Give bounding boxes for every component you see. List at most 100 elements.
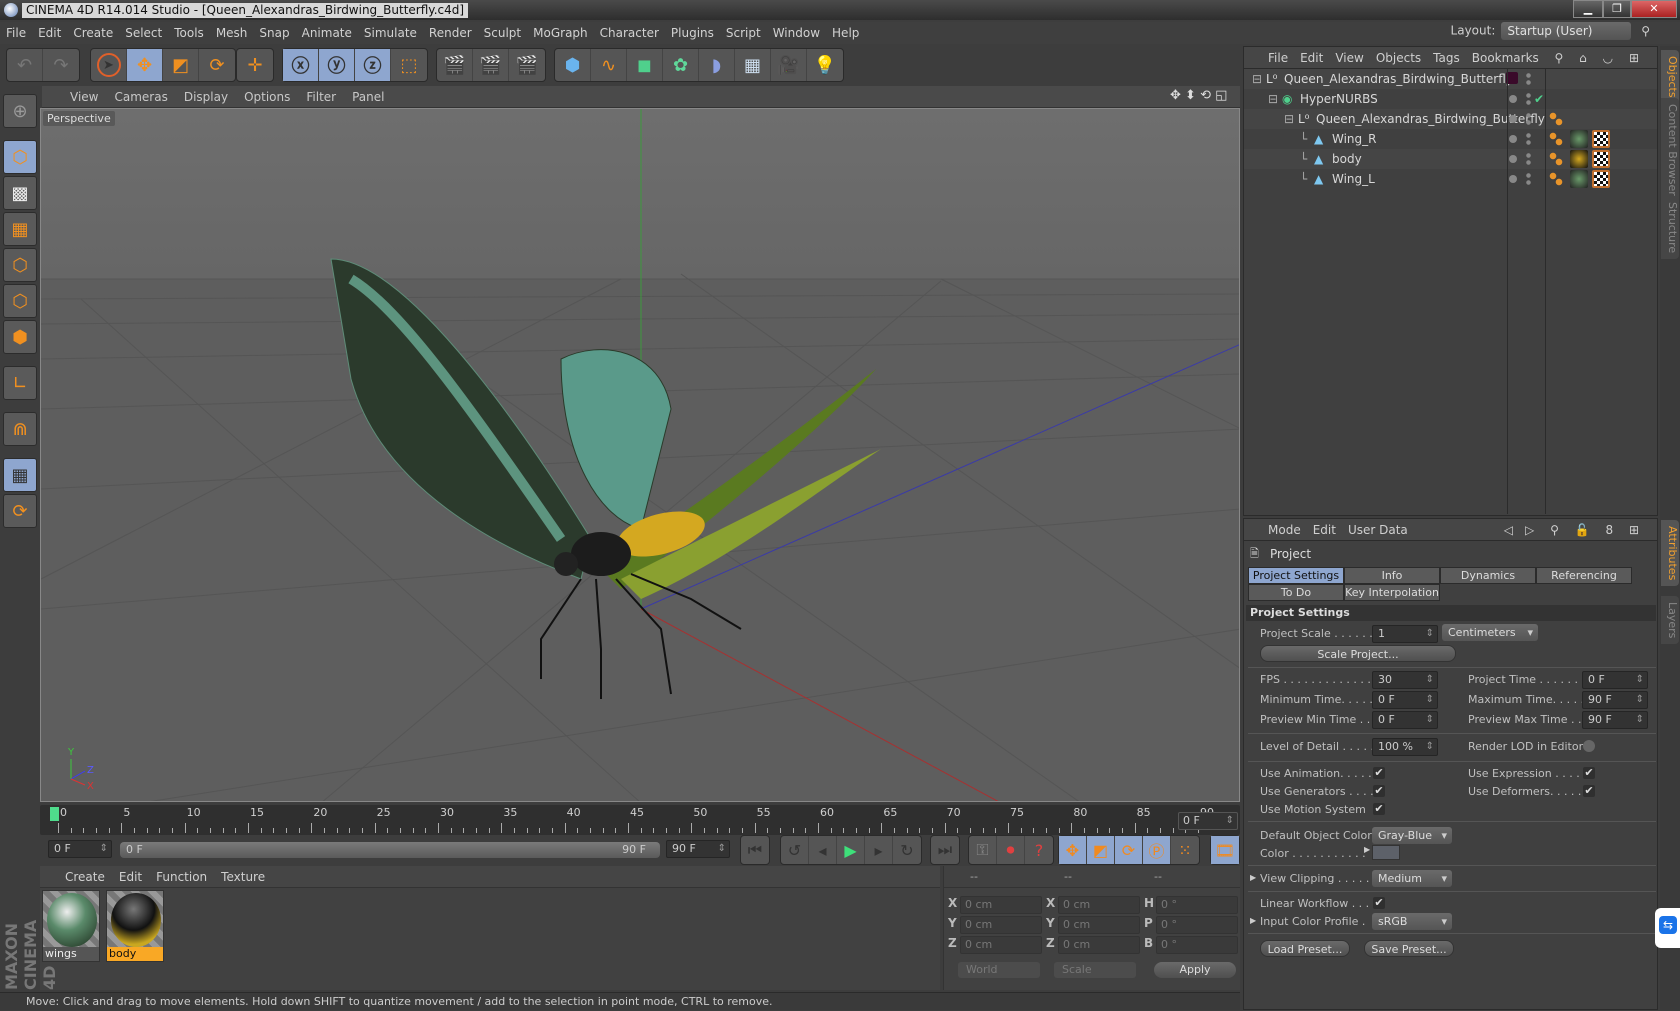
- min-time-field[interactable]: 0 F: [1372, 691, 1438, 709]
- locked-workplane-icon[interactable]: ▦: [3, 458, 37, 492]
- coordinate-system-icon[interactable]: ⬚: [391, 49, 427, 81]
- visibility-dot[interactable]: [1509, 155, 1517, 163]
- playhead[interactable]: [50, 807, 59, 821]
- end-frame-field[interactable]: 90 F: [666, 840, 730, 858]
- menu-select[interactable]: Select: [119, 22, 168, 44]
- object-row[interactable]: └ ▲ Wing_L: [1244, 169, 1657, 189]
- x-axis-icon[interactable]: ⓧ: [283, 49, 319, 81]
- timeline-window-icon[interactable]: 🎞: [1211, 836, 1239, 864]
- redo-icon[interactable]: ↷: [43, 49, 79, 81]
- object-row[interactable]: └ ▲ Wing_R: [1244, 129, 1657, 149]
- lod-field[interactable]: 100 %: [1372, 738, 1438, 756]
- rotation-b-field[interactable]: 0 °: [1156, 936, 1238, 954]
- restore-button[interactable]: ❐: [1603, 0, 1631, 18]
- orbit-icon[interactable]: ⟲: [1200, 88, 1211, 103]
- nurbs-icon[interactable]: ◼: [627, 49, 663, 81]
- object-name[interactable]: Wing_L: [1332, 169, 1375, 189]
- editor-render-visibility[interactable]: [1526, 152, 1531, 166]
- object-row[interactable]: ⊟ L⁰ Queen_Alexandras_Birdwing_Butterfly: [1244, 69, 1657, 89]
- menu-plugins[interactable]: Plugins: [665, 22, 720, 44]
- menu-help[interactable]: Help: [826, 22, 865, 44]
- attr-menu-mode[interactable]: Mode: [1262, 519, 1307, 541]
- tab-layers[interactable]: Layers: [1661, 596, 1679, 645]
- menu-snap[interactable]: Snap: [253, 22, 295, 44]
- objects-menu-objects[interactable]: Objects: [1370, 47, 1427, 69]
- camera-icon[interactable]: 🎥: [771, 49, 807, 81]
- collapse-icon[interactable]: ⊟: [1268, 89, 1278, 109]
- tab-project-settings[interactable]: Project Settings: [1248, 567, 1344, 584]
- color-swatch[interactable]: [1372, 845, 1400, 860]
- menu-file[interactable]: File: [0, 22, 32, 44]
- key-rotation-icon[interactable]: ⟳: [1115, 836, 1143, 864]
- minimize-button[interactable]: ▁: [1573, 0, 1603, 18]
- fps-field[interactable]: 30: [1372, 671, 1438, 689]
- next-key-icon[interactable]: ↻: [893, 836, 921, 864]
- menu-mograph[interactable]: MoGraph: [527, 22, 594, 44]
- visibility-dot[interactable]: [1509, 175, 1517, 183]
- position-z-field[interactable]: 0 cm: [960, 936, 1042, 954]
- preview-max-field[interactable]: 90 F: [1582, 711, 1648, 729]
- material-menu-texture[interactable]: Texture: [214, 866, 272, 888]
- objects-menu-tags[interactable]: Tags: [1427, 47, 1466, 69]
- render-picture-viewer-icon[interactable]: 🎬: [473, 49, 509, 81]
- eye-icon[interactable]: ◡: [1597, 47, 1619, 69]
- phong-tag-icon[interactable]: [1549, 172, 1563, 186]
- texture-tag-icon[interactable]: [1570, 170, 1588, 188]
- array-icon[interactable]: ✿: [663, 49, 699, 81]
- phong-tag-icon[interactable]: [1549, 152, 1563, 166]
- max-time-field[interactable]: 90 F: [1582, 691, 1648, 709]
- viewport-menu-options[interactable]: Options: [236, 86, 298, 108]
- linear-workflow-checkbox[interactable]: ✔: [1373, 897, 1385, 909]
- viewport-menu-filter[interactable]: Filter: [298, 86, 344, 108]
- planar-workplane-icon[interactable]: ⟳: [3, 494, 37, 528]
- make-editable-icon[interactable]: ⊕: [3, 94, 37, 128]
- menu-create[interactable]: Create: [67, 22, 119, 44]
- input-profile-dropdown[interactable]: sRGB: [1372, 913, 1452, 930]
- start-frame-field[interactable]: 0 F: [48, 840, 112, 858]
- project-scale-field[interactable]: 1: [1372, 625, 1438, 643]
- keyframe-selection-icon[interactable]: ?: [1025, 836, 1053, 864]
- home-icon[interactable]: ⌂: [1573, 47, 1593, 69]
- zoom-view-icon[interactable]: ⬍: [1185, 88, 1196, 103]
- menu-render[interactable]: Render: [423, 22, 478, 44]
- key-parameter-icon[interactable]: Ⓟ: [1143, 836, 1171, 864]
- menu-mesh[interactable]: Mesh: [210, 22, 254, 44]
- y-axis-icon[interactable]: ⓨ: [319, 49, 355, 81]
- texture-tag-icon[interactable]: [1570, 150, 1588, 168]
- prev-frame-icon[interactable]: ◂: [809, 836, 837, 864]
- goto-start-icon[interactable]: ⏮: [741, 836, 769, 864]
- use-expression-checkbox[interactable]: ✔: [1583, 767, 1595, 779]
- default-color-dropdown[interactable]: Gray-Blue: [1372, 827, 1452, 844]
- tab-attributes[interactable]: Attributes: [1661, 520, 1679, 587]
- editor-render-visibility[interactable]: [1526, 112, 1531, 126]
- collapse-icon[interactable]: ⊟: [1252, 69, 1262, 89]
- position-x-field[interactable]: 0 cm: [960, 896, 1042, 914]
- object-name[interactable]: body: [1332, 149, 1362, 169]
- viewport-menu-cameras[interactable]: Cameras: [106, 86, 175, 108]
- current-frame-field[interactable]: 0 F: [1178, 812, 1238, 830]
- search-icon[interactable]: ⚲: [1544, 519, 1565, 541]
- z-axis-icon[interactable]: ⓩ: [355, 49, 391, 81]
- viewport-menu-view[interactable]: View: [62, 86, 106, 108]
- object-row[interactable]: ⊟ L⁰ Queen_Alexandras_Birdwing_Butterfly: [1244, 109, 1657, 129]
- tab-objects[interactable]: Objects: [1661, 50, 1679, 104]
- use-generators-checkbox[interactable]: ✔: [1373, 785, 1385, 797]
- autokey-icon[interactable]: ⏺: [997, 836, 1025, 864]
- uvw-tag-icon[interactable]: [1592, 150, 1610, 168]
- lock-icon[interactable]: 🔓: [1569, 519, 1596, 541]
- render-settings-icon[interactable]: 🎬: [509, 49, 545, 81]
- floor-icon[interactable]: ▦: [735, 49, 771, 81]
- object-name[interactable]: HyperNURBS: [1300, 89, 1378, 109]
- timeline-ruler[interactable]: 051015202530354045505560657075808590: [40, 805, 1240, 835]
- editor-render-visibility[interactable]: [1526, 172, 1531, 186]
- phong-tag-icon[interactable]: [1549, 112, 1563, 126]
- search-icon[interactable]: ⚲: [1641, 24, 1650, 38]
- scale-project-button[interactable]: Scale Project...: [1260, 645, 1456, 662]
- tab-todo[interactable]: To Do: [1248, 584, 1344, 601]
- model-mode-icon[interactable]: ⬡: [3, 140, 37, 174]
- maximize-view-icon[interactable]: ◱: [1215, 88, 1227, 103]
- prev-key-icon[interactable]: ↺: [781, 836, 809, 864]
- live-selection-icon[interactable]: ➤: [91, 49, 127, 81]
- camera-label[interactable]: Perspective: [43, 111, 115, 126]
- viewport-menu-panel[interactable]: Panel: [344, 86, 392, 108]
